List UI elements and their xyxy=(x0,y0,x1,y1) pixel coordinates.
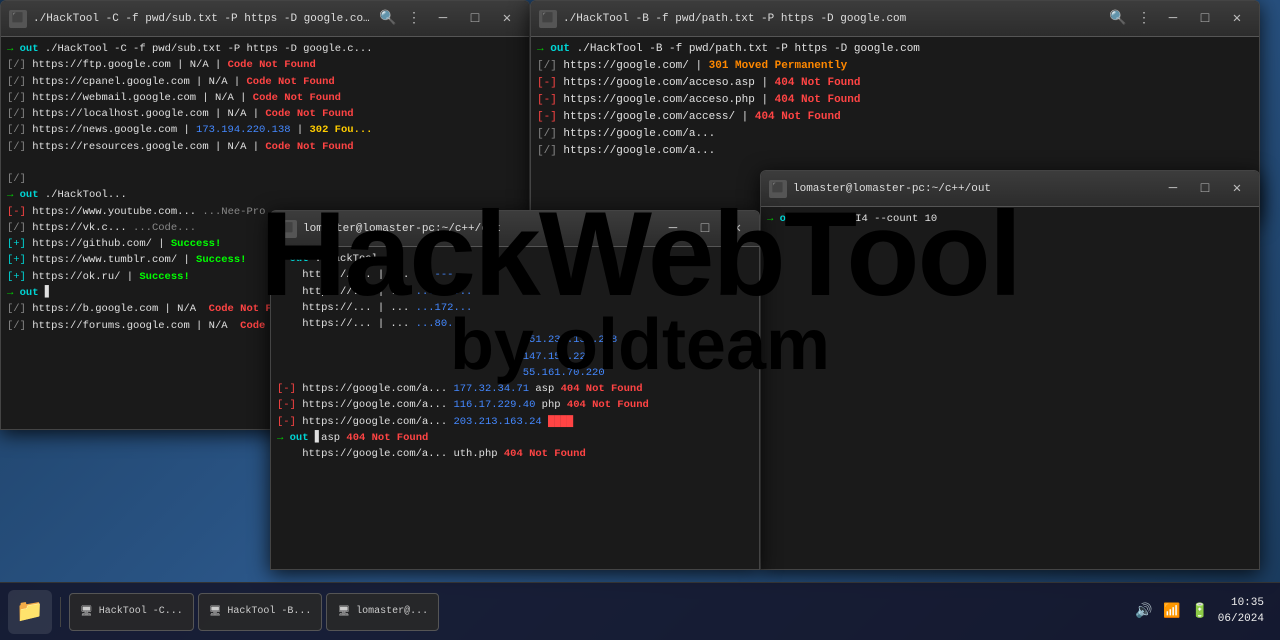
titlebar-2: ⬛ ./HackTool -B -f pwd/path.txt -P https… xyxy=(531,1,1259,37)
taskbar-terminal-3[interactable]: 🖥 lomaster@... xyxy=(326,593,439,631)
term-line: https://... | ... ...172... xyxy=(277,300,753,316)
term-line: https://... | ... 54.--- xyxy=(277,267,753,283)
taskbar-terminal-icon-1: 🖥 xyxy=(80,606,93,618)
term-line: 55.161.70.220 xyxy=(277,365,753,381)
term-line: https://... | ... ...80... xyxy=(277,316,753,332)
term-line: [/] https://google.com/ | 301 Moved Perm… xyxy=(537,58,1253,75)
term-line: [/] https://localhost.google.com | N/A |… xyxy=(7,106,523,122)
term-line: [/] https://ftp.google.com | N/A | Code … xyxy=(7,57,523,73)
system-tray: 🔊 📶 🔋 10:3506/2024 xyxy=(1126,596,1272,627)
term-line: [/] https://resources.google.com | N/A |… xyxy=(7,139,523,155)
term-line: → out ./HackTool -B -f pwd/path.txt -P h… xyxy=(537,41,1253,58)
maximize-button-2[interactable]: □ xyxy=(1191,8,1219,30)
minimize-button-2[interactable]: ─ xyxy=(1159,8,1187,30)
taskbar-terminal-label-3: lomaster@... xyxy=(356,606,428,617)
term-line: [/] https://news.google.com | 173.194.22… xyxy=(7,122,523,138)
term-line: https://google.com/a... uth.php 404 Not … xyxy=(277,446,753,462)
maximize-button-3[interactable]: □ xyxy=(691,218,719,240)
titlebar-4: ⬛ lomaster@lomaster-pc:~/c++/out ─ □ ✕ xyxy=(761,171,1259,207)
term-line: [-] https://google.com/access/ | 404 Not… xyxy=(537,109,1253,126)
term-line: [/] https://google.com/a... xyxy=(537,143,1253,160)
taskbar-terminal-label-1: HackTool -C... xyxy=(99,606,183,617)
titlebar-buttons-2: 🔍 ⋮ ─ □ ✕ xyxy=(1107,8,1251,30)
minimize-button-3[interactable]: ─ xyxy=(659,218,687,240)
term-line: [-] https://google.com/a... 177.32.34.71… xyxy=(277,381,753,397)
tab-icon-4: ⬛ xyxy=(769,180,787,198)
titlebar-1: ⬛ ./HackTool -C -f pwd/sub.txt -P https … xyxy=(1,1,529,37)
close-button-1[interactable]: ✕ xyxy=(493,8,521,30)
minimize-button-1[interactable]: ─ xyxy=(429,8,457,30)
term-line: → out ▋asp 404 Not Found xyxy=(277,430,753,446)
search-button-1[interactable]: 🔍 xyxy=(377,8,399,30)
terminal-content-4: → out ./... -GI4 --count 10 xyxy=(761,207,1259,569)
taskbar-terminal-label-2: HackTool -B... xyxy=(227,606,311,617)
titlebar-buttons-3: ─ □ ✕ xyxy=(659,218,751,240)
maximize-button-1[interactable]: □ xyxy=(461,8,489,30)
tray-sound-icon[interactable]: 🔊 xyxy=(1134,602,1154,622)
taskbar: 📁 🖥 HackTool -C... 🖥 HackTool -B... 🖥 lo… xyxy=(0,582,1280,640)
desktop: ⬛ ./HackTool -C -f pwd/sub.txt -P https … xyxy=(0,0,1280,640)
taskbar-files-icon[interactable]: 📁 xyxy=(8,590,52,634)
term-line: https://... | ... ...112... xyxy=(277,284,753,300)
term-line: → out ./HackTool... xyxy=(7,187,523,203)
close-button-4[interactable]: ✕ xyxy=(1223,178,1251,200)
menu-button-1[interactable]: ⋮ xyxy=(403,8,425,30)
titlebar-buttons-1: 🔍 ⋮ ─ □ ✕ xyxy=(377,8,521,30)
taskbar-terminal-1[interactable]: 🖥 HackTool -C... xyxy=(69,593,194,631)
tab-title-3: lomaster@lomaster-pc:~/c++/out xyxy=(303,223,653,235)
term-line: [-] https://google.com/a... 116.17.229.4… xyxy=(277,397,753,413)
titlebar-3: ⬛ lomaster@lomaster-pc:~/c++/out ─ □ ✕ xyxy=(271,211,759,247)
term-line: [-] https://google.com/a... 203.213.163.… xyxy=(277,414,753,430)
term-line: [/] xyxy=(7,171,523,187)
term-line: [/] https://webmail.google.com | N/A | C… xyxy=(7,90,523,106)
menu-button-2[interactable]: ⋮ xyxy=(1133,8,1155,30)
taskbar-terminal-icon-3: 🖥 xyxy=(337,606,350,618)
tab-title-4: lomaster@lomaster-pc:~/c++/out xyxy=(793,183,1153,195)
maximize-button-4[interactable]: □ xyxy=(1191,178,1219,200)
term-line: → out ./... -GI4 --count 10 xyxy=(767,211,1253,227)
taskbar-terminal-icon-2: 🖥 xyxy=(209,606,222,618)
close-button-2[interactable]: ✕ xyxy=(1223,8,1251,30)
term-line xyxy=(7,155,523,171)
term-line: 147.154.223 xyxy=(277,349,753,365)
taskbar-terminal-2[interactable]: 🖥 HackTool -B... xyxy=(198,593,323,631)
titlebar-buttons-4: ─ □ ✕ xyxy=(1159,178,1251,200)
term-line: → out ./HackTool -C -f pwd/sub.txt -P ht… xyxy=(7,41,523,57)
close-button-3[interactable]: ✕ xyxy=(723,218,751,240)
minimize-button-4[interactable]: ─ xyxy=(1159,178,1187,200)
tab-title-1: ./HackTool -C -f pwd/sub.txt -P https -D… xyxy=(33,13,371,25)
terminal-content-3: → out ./HackTool ... https://... | ... 5… xyxy=(271,247,759,569)
tab-icon-1: ⬛ xyxy=(9,10,27,28)
search-button-2[interactable]: 🔍 xyxy=(1107,8,1129,30)
system-clock: 10:3506/2024 xyxy=(1218,596,1264,627)
tray-network-icon[interactable]: 📶 xyxy=(1162,602,1182,622)
tab-icon-3: ⬛ xyxy=(279,220,297,238)
tray-battery-icon[interactable]: 🔋 xyxy=(1190,602,1210,622)
terminal-window-3: ⬛ lomaster@lomaster-pc:~/c++/out ─ □ ✕ →… xyxy=(270,210,760,570)
term-line: → out ./HackTool ... xyxy=(277,251,753,267)
term-line: [/] https://google.com/a... xyxy=(537,126,1253,143)
taskbar-separator xyxy=(60,597,61,627)
term-line: 251.231.130.248 xyxy=(277,332,753,348)
tab-icon-2: ⬛ xyxy=(539,10,557,28)
term-line: [/] https://cpanel.google.com | N/A | Co… xyxy=(7,74,523,90)
term-line: [-] https://google.com/acceso.php | 404 … xyxy=(537,92,1253,109)
tab-title-2: ./HackTool -B -f pwd/path.txt -P https -… xyxy=(563,13,1101,25)
term-line: [-] https://google.com/acceso.asp | 404 … xyxy=(537,75,1253,92)
terminal-window-4: ⬛ lomaster@lomaster-pc:~/c++/out ─ □ ✕ →… xyxy=(760,170,1260,570)
